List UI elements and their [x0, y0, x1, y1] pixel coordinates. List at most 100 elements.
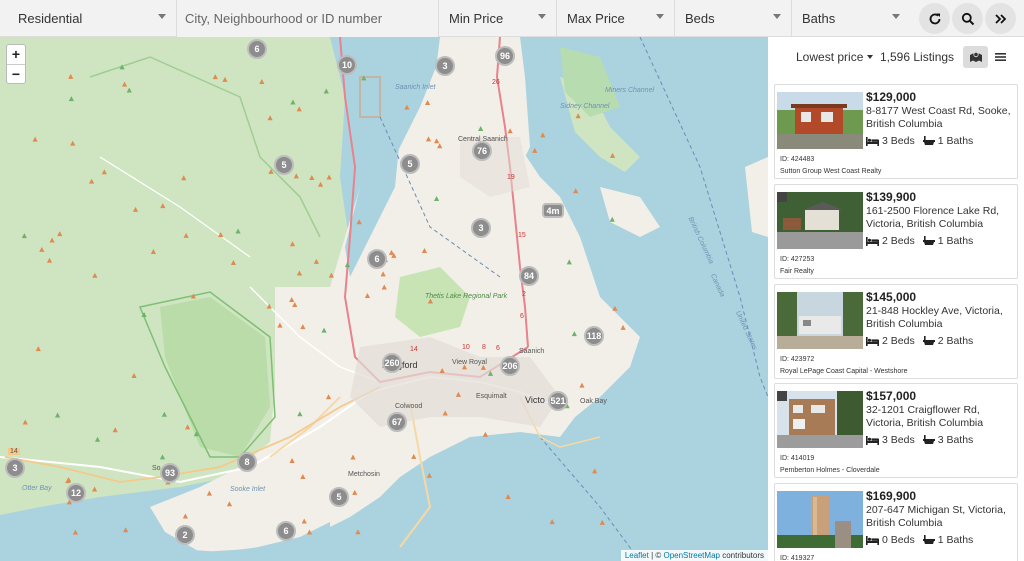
refresh-button[interactable] — [919, 3, 950, 34]
listing-cluster[interactable]: 5 — [274, 155, 294, 175]
listing-agency: Pemberton Holmes - Cloverdale — [780, 467, 880, 474]
peak-marker-icon — [326, 174, 332, 180]
peak-marker-icon — [268, 168, 274, 174]
listing-cluster[interactable]: 8 — [237, 452, 257, 472]
listing-cluster[interactable]: 3 — [5, 458, 25, 478]
map-label-hwy17-26: 26 — [492, 79, 500, 86]
peak-marker-icon — [161, 411, 167, 417]
map-label-road-1-10: 10 — [462, 344, 470, 351]
listing-cluster[interactable]: 93 — [160, 463, 180, 483]
listing-beds: 0 Beds — [882, 534, 915, 546]
listing-features: 0 Beds 1 Baths — [866, 534, 973, 546]
attribution-separator: | © — [648, 551, 664, 560]
listing-cluster[interactable]: 84 — [519, 266, 539, 286]
listing-cluster[interactable]: 2 — [175, 525, 195, 545]
peak-marker-icon — [112, 427, 118, 433]
listing-beds: 3 Beds — [882, 135, 915, 147]
zoom-in-button[interactable]: + — [7, 45, 25, 64]
map-view-button[interactable] — [963, 46, 988, 68]
listing-baths: 1 Baths — [937, 135, 974, 147]
peak-marker-icon — [455, 391, 461, 397]
listing-address: 161-2500 Florence Lake Rd, Victoria, Bri… — [866, 205, 1000, 230]
peak-marker-icon — [425, 99, 431, 105]
search-input[interactable] — [177, 0, 439, 37]
listing-cluster[interactable]: 3 — [435, 56, 455, 76]
peak-marker-icon — [72, 529, 79, 535]
listing-cluster[interactable]: 5 — [400, 154, 420, 174]
baths-select[interactable]: Baths — [792, 0, 910, 37]
peak-marker-icon — [226, 501, 233, 507]
zoom-out-button[interactable]: − — [7, 64, 25, 83]
listing-cluster[interactable]: 3 — [471, 218, 491, 238]
peak-marker-icon — [292, 301, 298, 307]
list-view-button[interactable] — [990, 46, 1010, 68]
peak-marker-icon — [49, 237, 55, 243]
peak-marker-icon — [259, 79, 265, 85]
listing-cluster[interactable]: 521 — [548, 391, 568, 411]
peak-marker-icon — [222, 76, 228, 82]
listing-cluster[interactable]: 206 — [500, 356, 520, 376]
peak-marker-icon — [478, 125, 484, 131]
listing-card[interactable]: $157,000 32-1201 Craigflower Rd, Victori… — [774, 383, 1018, 478]
min-price-select[interactable]: Min Price — [439, 0, 557, 37]
peak-marker-icon — [123, 527, 129, 533]
chevron-down-icon — [892, 13, 900, 19]
peak-marker-icon — [439, 368, 445, 374]
peak-marker-icon — [344, 262, 351, 268]
listing-cluster[interactable]: 76 — [472, 141, 492, 161]
double-chevron-right-icon — [994, 13, 1006, 24]
listing-cluster[interactable]: 12 — [66, 483, 86, 503]
map-label-thetis-lake: Thetis Lake Regional Park — [425, 293, 507, 300]
peak-marker-icon — [381, 284, 387, 290]
map[interactable]: Saanich Inlet Sidney Channel Miners Chan… — [0, 37, 768, 561]
peak-marker-icon — [190, 293, 196, 299]
listing-price: $169,900 — [866, 489, 917, 503]
peak-marker-icon — [296, 106, 302, 112]
peak-marker-icon — [411, 453, 417, 459]
map-label-otter-bay: Otter Bay — [22, 485, 52, 492]
listing-cluster[interactable]: 6 — [276, 521, 296, 541]
sort-dropdown[interactable]: Lowest price — [796, 50, 874, 64]
peak-marker-icon — [350, 454, 356, 460]
peak-marker-icon — [206, 490, 212, 496]
listing-cluster[interactable]: 5 — [329, 487, 349, 507]
listing-cluster[interactable]: 260 — [382, 353, 402, 373]
peak-marker-icon — [609, 152, 616, 158]
map-label-saanich: Saanich — [519, 348, 545, 355]
listing-photo — [777, 92, 863, 149]
map-label-esquimalt: Esquimalt — [476, 393, 507, 400]
listing-cluster[interactable]: 4m — [542, 203, 564, 218]
listing-cluster[interactable]: 10 — [337, 55, 357, 75]
listing-beds: 2 Beds — [882, 335, 915, 347]
listing-cluster[interactable]: 6 — [367, 249, 387, 269]
leaflet-link[interactable]: Leaflet — [625, 551, 649, 560]
listing-price: $129,000 — [866, 90, 917, 104]
peak-marker-icon — [183, 232, 189, 238]
expand-button[interactable] — [985, 3, 1016, 34]
search-button[interactable] — [952, 3, 983, 34]
listing-card[interactable]: $139,900 161-2500 Florence Lake Rd, Vict… — [774, 184, 1018, 279]
listing-card[interactable]: $145,000 21-848 Hockley Ave, Victoria, B… — [774, 284, 1018, 379]
listing-card[interactable]: $129,000 8-8177 West Coast Rd, Sooke, Br… — [774, 84, 1018, 179]
listing-cluster[interactable]: 118 — [584, 326, 604, 346]
peak-marker-icon — [21, 233, 27, 239]
max-price-select[interactable]: Max Price — [557, 0, 675, 37]
listing-address: 32-1201 Craigflower Rd, Victoria, Britis… — [866, 404, 984, 429]
peak-marker-icon — [230, 260, 236, 266]
baths-value: Baths — [802, 10, 836, 26]
peak-marker-icon — [131, 373, 137, 379]
listing-baths: 2 Baths — [937, 335, 974, 347]
peak-marker-icon — [507, 128, 513, 134]
listing-cluster[interactable]: 96 — [495, 46, 515, 66]
map-label-hwy17-2: 2 — [522, 291, 526, 298]
listing-cluster[interactable]: 6 — [247, 39, 267, 59]
osm-link[interactable]: OpenStreetMap — [663, 551, 719, 560]
beds-select[interactable]: Beds — [675, 0, 792, 37]
map-label-road-14: 14 — [8, 448, 20, 455]
listing-baths: 1 Baths — [937, 235, 974, 247]
chevron-down-icon — [656, 13, 664, 19]
peak-marker-icon — [300, 324, 306, 330]
listing-card[interactable]: $169,900 207-647 Michigan St, Victoria, … — [774, 483, 1018, 561]
listing-cluster[interactable]: 67 — [387, 412, 407, 432]
property-type-select[interactable]: Residential — [0, 0, 177, 37]
